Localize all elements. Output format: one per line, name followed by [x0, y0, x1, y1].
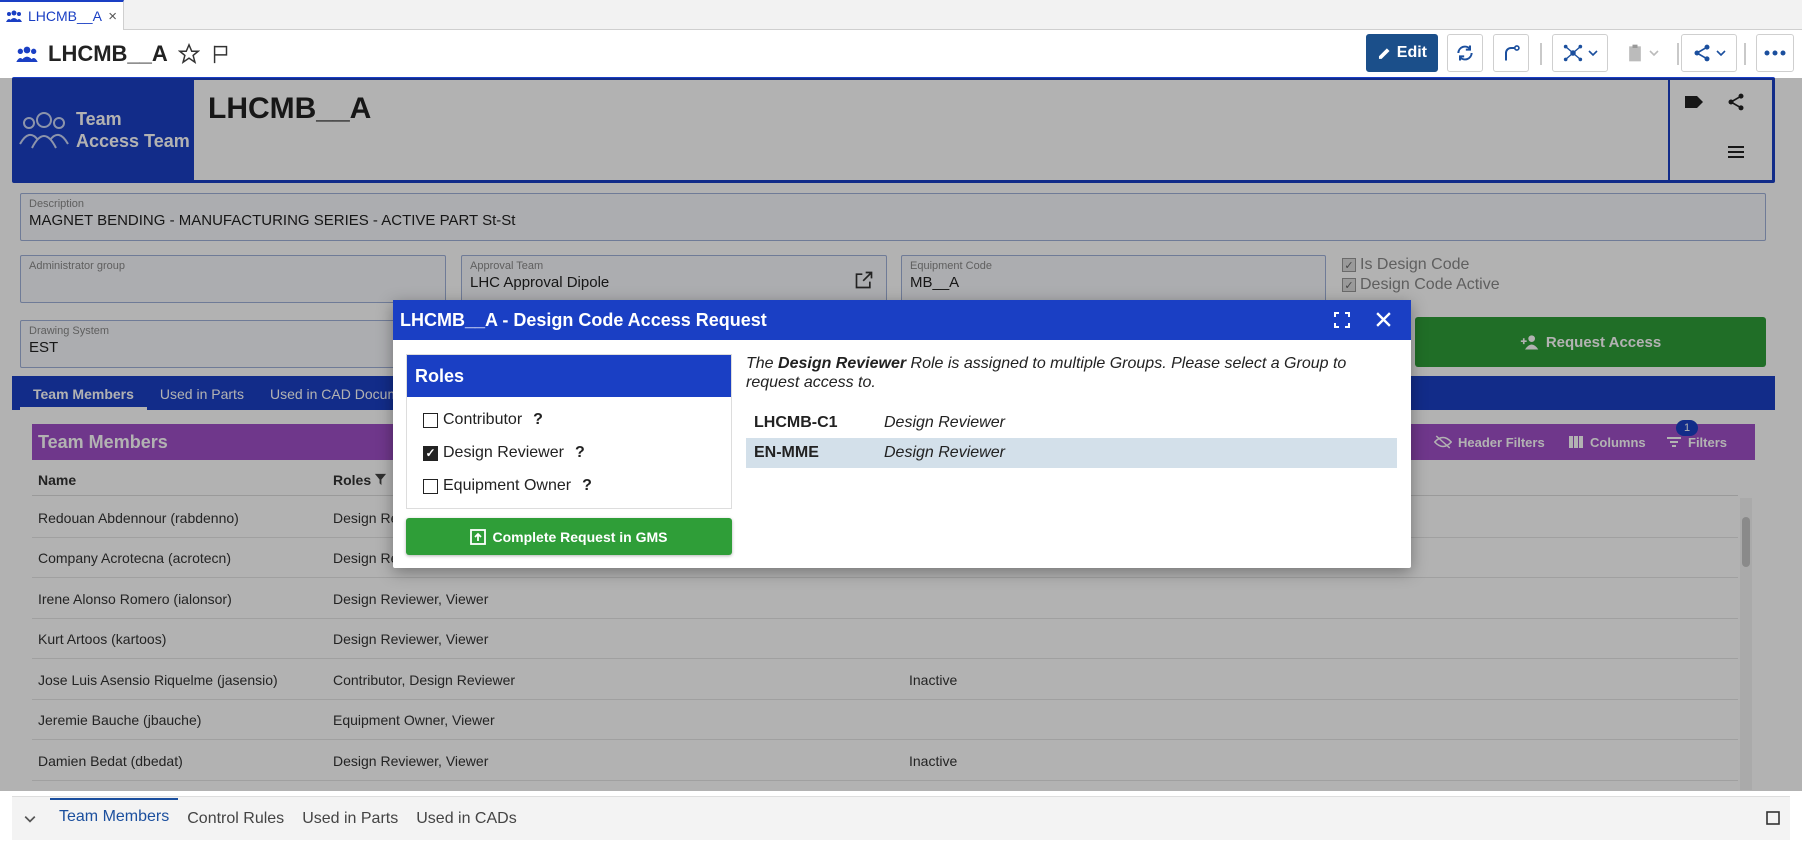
group-name: LHCMB-C1: [754, 414, 838, 431]
team-icon: [16, 46, 38, 62]
workflow-button[interactable]: [1493, 34, 1529, 72]
dialog-message: The Design Reviewer Role is assigned to …: [746, 354, 1396, 392]
toolbar-divider: [1744, 43, 1746, 65]
roles-panel: Roles Contributor ? ✓ Design Reviewer ? …: [406, 354, 732, 509]
tab-lhcmb[interactable]: LHCMB__A ×: [0, 0, 124, 30]
share-button[interactable]: [1681, 34, 1737, 72]
dialog-title: LHCMB__A - Design Code Access Request: [400, 309, 767, 330]
complete-request-button[interactable]: Complete Request in GMS: [406, 518, 732, 555]
dialog-header: LHCMB__A - Design Code Access Request: [393, 300, 1411, 340]
more-icon: [1764, 50, 1786, 56]
access-request-dialog: LHCMB__A - Design Code Access Request Ro…: [393, 300, 1411, 568]
flag-icon[interactable]: [210, 43, 232, 65]
toolbar-divider: [1540, 43, 1542, 65]
page-title: LHCMB__A: [48, 41, 168, 66]
pencil-icon: [1378, 48, 1390, 59]
tab-label: LHCMB__A: [28, 8, 102, 24]
edit-button[interactable]: Edit: [1366, 34, 1438, 72]
help-icon[interactable]: ?: [575, 444, 585, 462]
chevron-down-icon: [1649, 50, 1659, 57]
group-name: EN-MME: [754, 444, 819, 461]
star-icon[interactable]: [177, 43, 200, 65]
refresh-icon: [1457, 45, 1473, 61]
more-button[interactable]: [1756, 34, 1794, 72]
role-label: Design Reviewer: [443, 444, 564, 461]
structure-button[interactable]: [1552, 34, 1608, 72]
chevron-down-icon: [1716, 50, 1726, 57]
close-icon[interactable]: ×: [108, 8, 117, 25]
bottom-tab-used-in-parts[interactable]: Used in Parts: [293, 802, 407, 836]
help-icon[interactable]: ?: [582, 477, 592, 495]
complete-request-label: Complete Request in GMS: [492, 528, 668, 545]
team-icon: [6, 10, 22, 22]
group-role: Design Reviewer: [884, 414, 1005, 431]
fullscreen-icon[interactable]: [1334, 312, 1350, 328]
chevron-down-icon[interactable]: [24, 813, 36, 825]
title-row: LHCMB__A: [0, 30, 1802, 78]
bottom-tab-control-rules[interactable]: Control Rules: [178, 802, 293, 836]
maximize-icon[interactable]: [1766, 811, 1780, 825]
message-role: Design Reviewer: [778, 355, 907, 372]
bottom-panel-bar: Team Members Control Rules Used in Parts…: [12, 796, 1790, 840]
upload-box-icon: [470, 528, 487, 545]
role-label: Contributor: [443, 411, 523, 428]
toolbar-divider: [1677, 43, 1679, 65]
checkbox-checked-icon[interactable]: ✓: [423, 445, 438, 461]
role-design-reviewer[interactable]: ✓ Design Reviewer ?: [423, 444, 585, 462]
clipboard-icon: [1629, 44, 1641, 62]
close-icon[interactable]: [1375, 311, 1392, 328]
chevron-down-icon: [1588, 50, 1598, 57]
tab-strip: [0, 0, 1802, 30]
group-option[interactable]: LHCMB-C1 Design Reviewer: [746, 408, 1397, 438]
network-icon: [1563, 44, 1583, 62]
message-text: The: [746, 355, 779, 372]
group-role: Design Reviewer: [884, 444, 1005, 461]
role-label: Equipment Owner: [443, 477, 572, 494]
refresh-button[interactable]: [1447, 34, 1483, 72]
role-contributor[interactable]: Contributor ?: [423, 411, 543, 429]
clipboard-button[interactable]: [1614, 34, 1670, 72]
bottom-tab-used-in-cads[interactable]: Used in CADs: [407, 802, 525, 836]
group-option-selected[interactable]: EN-MME Design Reviewer: [746, 438, 1397, 468]
roles-title: Roles: [407, 355, 731, 397]
route-icon: [1505, 45, 1520, 61]
checkbox-icon[interactable]: [423, 412, 438, 428]
bottom-tab-team-members[interactable]: Team Members: [50, 797, 179, 834]
role-equipment-owner[interactable]: Equipment Owner ?: [423, 477, 592, 495]
share-icon: [1694, 44, 1710, 62]
edit-label: Edit: [1396, 44, 1427, 61]
checkbox-icon[interactable]: [423, 478, 438, 494]
help-icon[interactable]: ?: [533, 411, 543, 429]
